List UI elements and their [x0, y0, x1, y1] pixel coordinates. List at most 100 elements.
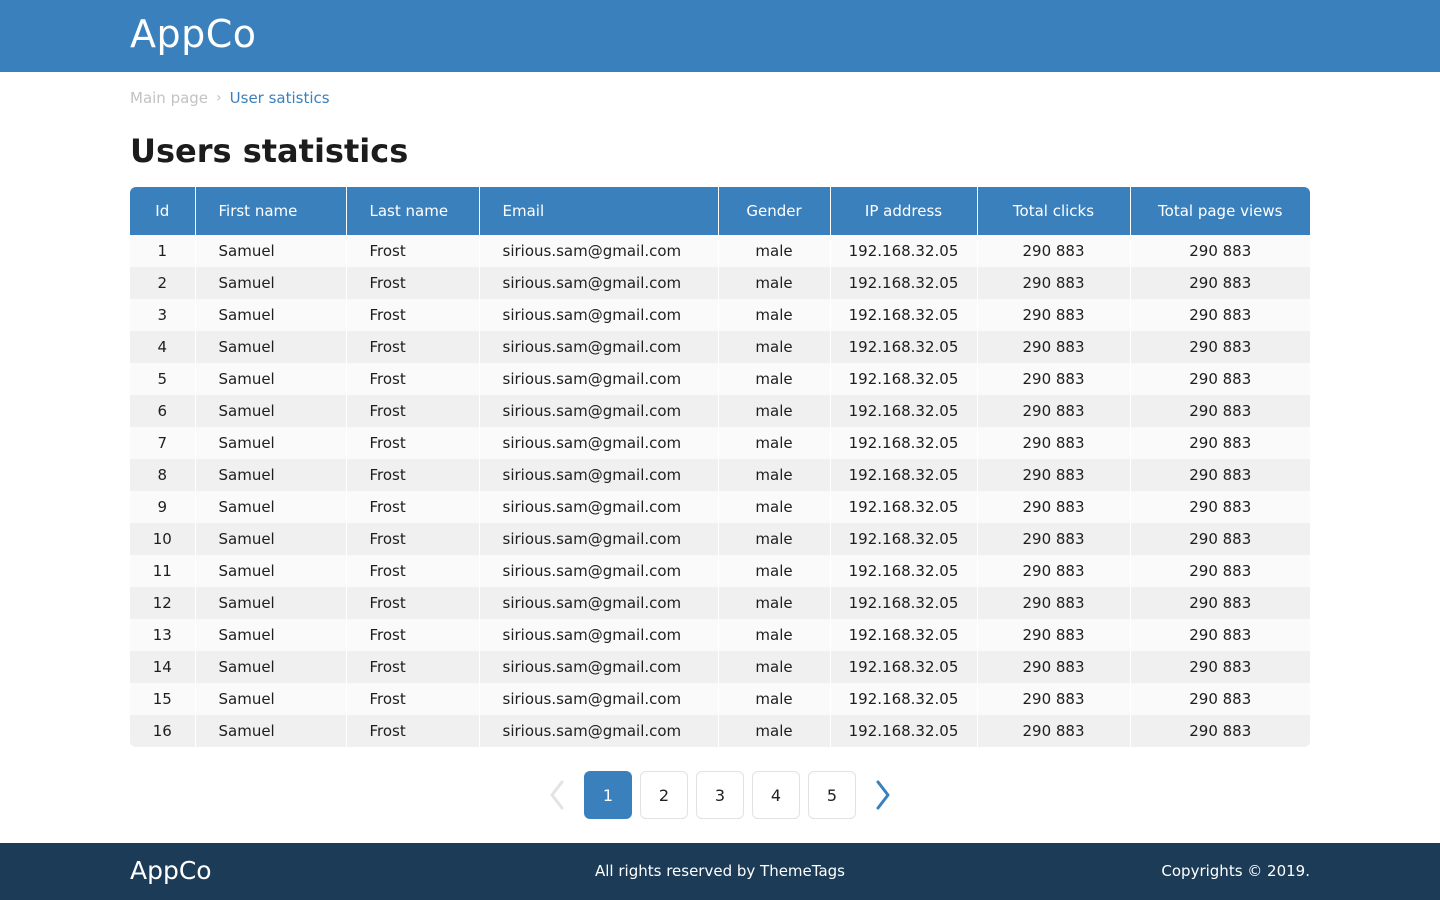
column-header-ip-address[interactable]: IP address [830, 187, 978, 235]
table-header-row: Id First name Last name Email Gender IP addre… [130, 187, 1310, 235]
cell-total-clicks: 290 883 [977, 235, 1131, 267]
cell-email: sirious.sam@gmail.com [479, 363, 719, 395]
cell-email: sirious.sam@gmail.com [479, 267, 719, 299]
cell-ip-address: 192.168.32.05 [830, 491, 978, 523]
pagination-page-4[interactable]: 4 [752, 771, 800, 819]
cell-total-page-views: 290 883 [1130, 267, 1310, 299]
cell-ip-address: 192.168.32.05 [830, 331, 978, 363]
pagination-page-2[interactable]: 2 [640, 771, 688, 819]
column-header-id[interactable]: Id [130, 187, 196, 235]
cell-gender: male [718, 587, 831, 619]
page-title: Users statistics [130, 132, 409, 170]
cell-last-name: Frost [346, 651, 480, 683]
cell-total-clicks: 290 883 [977, 267, 1131, 299]
cell-email: sirious.sam@gmail.com [479, 299, 719, 331]
column-header-total-page-views[interactable]: Total page views [1130, 187, 1310, 235]
cell-gender: male [718, 523, 831, 555]
breadcrumb-main-page-link[interactable]: Main page [130, 89, 208, 107]
cell-total-clicks: 290 883 [977, 555, 1131, 587]
cell-gender: male [718, 363, 831, 395]
column-header-gender[interactable]: Gender [718, 187, 831, 235]
cell-id: 3 [130, 299, 196, 331]
table-row[interactable]: 15 Samuel Frost sirious.sam@gmail.com male 19… [130, 683, 1310, 715]
cell-ip-address: 192.168.32.05 [830, 555, 978, 587]
table-row[interactable]: 16 Samuel Frost sirious.sam@gmail.com male 19… [130, 715, 1310, 747]
column-header-email[interactable]: Email [479, 187, 719, 235]
table-row[interactable]: 8 Samuel Frost sirious.sam@gmail.com male 192… [130, 459, 1310, 491]
cell-first-name: Samuel [195, 523, 347, 555]
cell-total-clicks: 290 883 [977, 523, 1131, 555]
cell-gender: male [718, 331, 831, 363]
cell-gender: male [718, 395, 831, 427]
cell-first-name: Samuel [195, 555, 347, 587]
cell-id: 1 [130, 235, 196, 267]
pagination-page-1[interactable]: 1 [584, 771, 632, 819]
chevron-right-icon [876, 780, 890, 810]
cell-last-name: Frost [346, 331, 480, 363]
column-header-total-clicks[interactable]: Total clicks [977, 187, 1131, 235]
pagination-next-button[interactable] [864, 771, 902, 819]
cell-total-page-views: 290 883 [1130, 523, 1310, 555]
app-header: AppCo [0, 0, 1440, 72]
cell-total-clicks: 290 883 [977, 363, 1131, 395]
cell-total-page-views: 290 883 [1130, 459, 1310, 491]
cell-total-clicks: 290 883 [977, 427, 1131, 459]
cell-last-name: Frost [346, 235, 480, 267]
table-row[interactable]: 2 Samuel Frost sirious.sam@gmail.com male 192… [130, 267, 1310, 299]
table-row[interactable]: 13 Samuel Frost sirious.sam@gmail.com male 19… [130, 619, 1310, 651]
cell-total-page-views: 290 883 [1130, 395, 1310, 427]
table-row[interactable]: 6 Samuel Frost sirious.sam@gmail.com male 192… [130, 395, 1310, 427]
column-header-last-name[interactable]: Last name [346, 187, 480, 235]
cell-email: sirious.sam@gmail.com [479, 427, 719, 459]
cell-first-name: Samuel [195, 395, 347, 427]
cell-total-clicks: 290 883 [977, 459, 1131, 491]
column-header-first-name[interactable]: First name [195, 187, 347, 235]
table-row[interactable]: 5 Samuel Frost sirious.sam@gmail.com male 192… [130, 363, 1310, 395]
table-row[interactable]: 11 Samuel Frost sirious.sam@gmail.com male 19… [130, 555, 1310, 587]
table-row[interactable]: 3 Samuel Frost sirious.sam@gmail.com male 192… [130, 299, 1310, 331]
cell-id: 12 [130, 587, 196, 619]
cell-total-clicks: 290 883 [977, 587, 1131, 619]
breadcrumb-current: User satistics [229, 89, 330, 107]
table-row[interactable]: 9 Samuel Frost sirious.sam@gmail.com male 192… [130, 491, 1310, 523]
cell-ip-address: 192.168.32.05 [830, 683, 978, 715]
cell-email: sirious.sam@gmail.com [479, 651, 719, 683]
cell-email: sirious.sam@gmail.com [479, 619, 719, 651]
pagination-prev-button[interactable] [538, 771, 576, 819]
app-logo[interactable]: AppCo [130, 12, 257, 56]
cell-first-name: Samuel [195, 715, 347, 747]
table-row[interactable]: 7 Samuel Frost sirious.sam@gmail.com male 192… [130, 427, 1310, 459]
cell-email: sirious.sam@gmail.com [479, 491, 719, 523]
table-row[interactable]: 10 Samuel Frost sirious.sam@gmail.com male 19… [130, 523, 1310, 555]
table-body: 1 Samuel Frost sirious.sam@gmail.com male 192… [130, 235, 1310, 747]
table-row[interactable]: 14 Samuel Frost sirious.sam@gmail.com male 19… [130, 651, 1310, 683]
cell-total-page-views: 290 883 [1130, 651, 1310, 683]
cell-total-clicks: 290 883 [977, 491, 1131, 523]
cell-last-name: Frost [346, 395, 480, 427]
cell-ip-address: 192.168.32.05 [830, 235, 978, 267]
cell-id: 11 [130, 555, 196, 587]
cell-gender: male [718, 619, 831, 651]
cell-id: 16 [130, 715, 196, 747]
cell-ip-address: 192.168.32.05 [830, 395, 978, 427]
cell-first-name: Samuel [195, 299, 347, 331]
cell-gender: male [718, 459, 831, 491]
cell-total-clicks: 290 883 [977, 395, 1131, 427]
cell-gender: male [718, 491, 831, 523]
cell-last-name: Frost [346, 715, 480, 747]
pagination-page-5[interactable]: 5 [808, 771, 856, 819]
cell-email: sirious.sam@gmail.com [479, 523, 719, 555]
breadcrumb-separator-icon: › [216, 90, 222, 106]
pagination-page-3[interactable]: 3 [696, 771, 744, 819]
cell-first-name: Samuel [195, 427, 347, 459]
cell-ip-address: 192.168.32.05 [830, 299, 978, 331]
cell-email: sirious.sam@gmail.com [479, 555, 719, 587]
users-table: Id First name Last name Email Gender IP addre… [130, 187, 1310, 747]
table-row[interactable]: 12 Samuel Frost sirious.sam@gmail.com male 19… [130, 587, 1310, 619]
table-row[interactable]: 4 Samuel Frost sirious.sam@gmail.com male 192… [130, 331, 1310, 363]
users-table-container: Id First name Last name Email Gender IP addre… [130, 187, 1310, 747]
table-row[interactable]: 1 Samuel Frost sirious.sam@gmail.com male 192… [130, 235, 1310, 267]
footer-copyright: Copyrights © 2019. [1161, 862, 1310, 880]
cell-id: 7 [130, 427, 196, 459]
cell-total-page-views: 290 883 [1130, 363, 1310, 395]
